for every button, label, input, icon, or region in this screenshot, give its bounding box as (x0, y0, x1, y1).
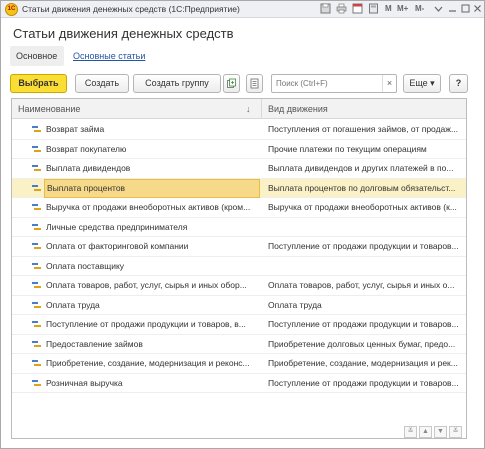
title-bar: 1С Статьи движения денежных средств (1С:… (1, 1, 484, 18)
cell-kind: Приобретение, создание, модернизация и р… (268, 358, 458, 368)
cell-name: Оплата от факторинговой компании (46, 241, 189, 251)
calendar-icon[interactable] (351, 3, 364, 15)
create-button[interactable]: Создать (75, 74, 129, 93)
catalog-item-icon (32, 379, 41, 387)
table-row[interactable]: Оплата поставщику (12, 257, 466, 276)
cell-name: Поступление от продажи продукции и товар… (46, 319, 246, 329)
table-row[interactable]: Розничная выручка Поступление от продажи … (12, 374, 466, 393)
chevron-down-icon: ▾ (430, 78, 435, 88)
cell-name: Выплата процентов (44, 178, 260, 198)
clear-search-button[interactable]: × (382, 75, 396, 92)
copy-button[interactable] (223, 74, 240, 93)
memory-m-button[interactable]: M (385, 4, 392, 13)
table-row[interactable]: Выплата процентов Выплата процентов по до… (12, 178, 466, 198)
list-icon (250, 78, 259, 89)
copy-icon (227, 78, 236, 88)
cell-kind: Оплата труда (268, 299, 322, 310)
more-label: Еще (409, 78, 428, 88)
table-row[interactable]: Личные средства предпринимателя (12, 218, 466, 237)
catalog-item-icon (32, 243, 41, 250)
list-settings-button[interactable] (246, 74, 263, 93)
cell-name: Возврат займа (46, 124, 105, 134)
column-header-name[interactable]: Наименование ↓ (12, 99, 262, 119)
page-up-button[interactable]: ▲ (419, 426, 432, 438)
search-input[interactable] (272, 75, 380, 92)
catalog-item-icon (32, 301, 41, 309)
catalog-item-icon (32, 145, 41, 153)
catalog-item-icon (32, 204, 41, 211)
tab-main-items[interactable]: Основные статьи (67, 46, 151, 66)
table-row[interactable]: Выручка от продажи внеоборотных активов … (12, 198, 466, 218)
last-page-button[interactable]: ≚ (449, 426, 462, 438)
items-table: Наименование ↓ Вид движения Возврат займ… (11, 98, 467, 439)
cell-name: Личные средства предпринимателя (46, 221, 188, 232)
select-button[interactable]: Выбрать (10, 74, 67, 93)
column-header-name-label: Наименование (18, 104, 81, 114)
cell-kind: Выручка от продажи внеоборотных активов … (268, 202, 457, 212)
table-row[interactable]: Оплата труда Оплата труда (12, 296, 466, 315)
print-icon[interactable] (335, 3, 348, 15)
catalog-item-icon (32, 126, 41, 133)
toolbar: Выбрать Создать Создать группу × Еще ▾ ? (10, 74, 475, 93)
cell-kind: Оплата товаров, работ, услуг, сырья и ин… (268, 280, 455, 290)
page-down-button[interactable]: ▼ (434, 426, 447, 438)
memory-minus-button[interactable]: M- (415, 4, 424, 13)
cell-kind: Поступление от продажи продукции и товар… (268, 319, 459, 329)
catalog-item-icon (32, 184, 41, 192)
app-window: 1С Статьи движения денежных средств (1С:… (0, 0, 485, 449)
cell-kind: Поступления от погашения займов, от прод… (268, 124, 459, 134)
table-row[interactable]: Возврат займа Поступления от погашения за… (12, 120, 466, 140)
save-icon[interactable] (319, 3, 332, 15)
cell-kind: Выплата дивидендов и других платежей в п… (268, 163, 454, 173)
window-title: Статьи движения денежных средств (1С:Пре… (22, 4, 240, 14)
cell-name: Возврат покупателю (46, 143, 127, 154)
page-title: Статьи движения денежных средств (13, 26, 234, 41)
create-group-button[interactable]: Создать группу (133, 74, 221, 93)
memory-plus-button[interactable]: M+ (397, 4, 408, 13)
table-navigation: ≚ ▲ ▼ ≚ (404, 426, 464, 438)
app-logo: 1С (5, 3, 18, 16)
cell-name: Оплата товаров, работ, услуг, сырья и ин… (46, 280, 247, 290)
menu-icon[interactable] (432, 3, 445, 15)
table-row[interactable]: Предоставление займов Приобретение долгов… (12, 335, 466, 354)
cell-name: Выручка от продажи внеоборотных активов … (46, 202, 251, 212)
catalog-item-icon (32, 340, 41, 348)
table-row[interactable]: Приобретение, создание, модернизация и р… (12, 354, 466, 374)
cell-kind: Приобретение долговых ценных бумаг, пред… (268, 338, 456, 349)
column-header-kind[interactable]: Вид движения (262, 99, 466, 119)
cell-kind: Выплата процентов по долговым обязательс… (268, 182, 456, 193)
more-button[interactable]: Еще ▾ (403, 74, 441, 93)
first-page-button[interactable]: ≚ (404, 426, 417, 438)
catalog-item-icon (32, 321, 41, 328)
sort-arrow-icon: ↓ (246, 104, 251, 114)
table-row[interactable]: Поступление от продажи продукции и товар… (12, 315, 466, 335)
table-row[interactable]: Выплата дивидендов Выплата дивидендов и д… (12, 159, 466, 179)
catalog-item-icon (32, 360, 41, 367)
calculator-icon[interactable] (367, 3, 380, 15)
cell-name: Оплата поставщику (46, 260, 125, 271)
cell-name: Выплата дивидендов (46, 163, 131, 173)
catalog-item-icon (32, 223, 41, 231)
catalog-item-icon (32, 282, 41, 289)
cell-kind: Поступление от продажи продукции и товар… (268, 377, 459, 388)
cell-name: Розничная выручка (46, 377, 123, 388)
table-row[interactable]: Оплата товаров, работ, услуг, сырья и ин… (12, 276, 466, 296)
table-header: Наименование ↓ Вид движения (12, 99, 466, 119)
close-icon[interactable] (471, 3, 484, 15)
catalog-item-icon (32, 165, 41, 172)
cell-kind: Поступление от продажи продукции и товар… (268, 241, 459, 251)
catalog-item-icon (32, 262, 41, 270)
cell-name: Оплата труда (46, 299, 100, 310)
table-row[interactable]: Возврат покупателю Прочие платежи по теку… (12, 140, 466, 159)
table-row[interactable]: Оплата от факторинговой компании Поступле… (12, 237, 466, 257)
search-field[interactable]: × (271, 74, 397, 93)
help-button[interactable]: ? (449, 74, 468, 93)
tab-main[interactable]: Основное (10, 46, 64, 66)
cell-kind: Прочие платежи по текущим операциям (268, 143, 427, 154)
cell-kind (268, 257, 460, 276)
minimize-icon[interactable] (446, 3, 459, 15)
cell-name: Предоставление займов (46, 338, 143, 349)
cell-name: Приобретение, создание, модернизация и р… (46, 358, 250, 368)
cell-kind (268, 218, 460, 237)
